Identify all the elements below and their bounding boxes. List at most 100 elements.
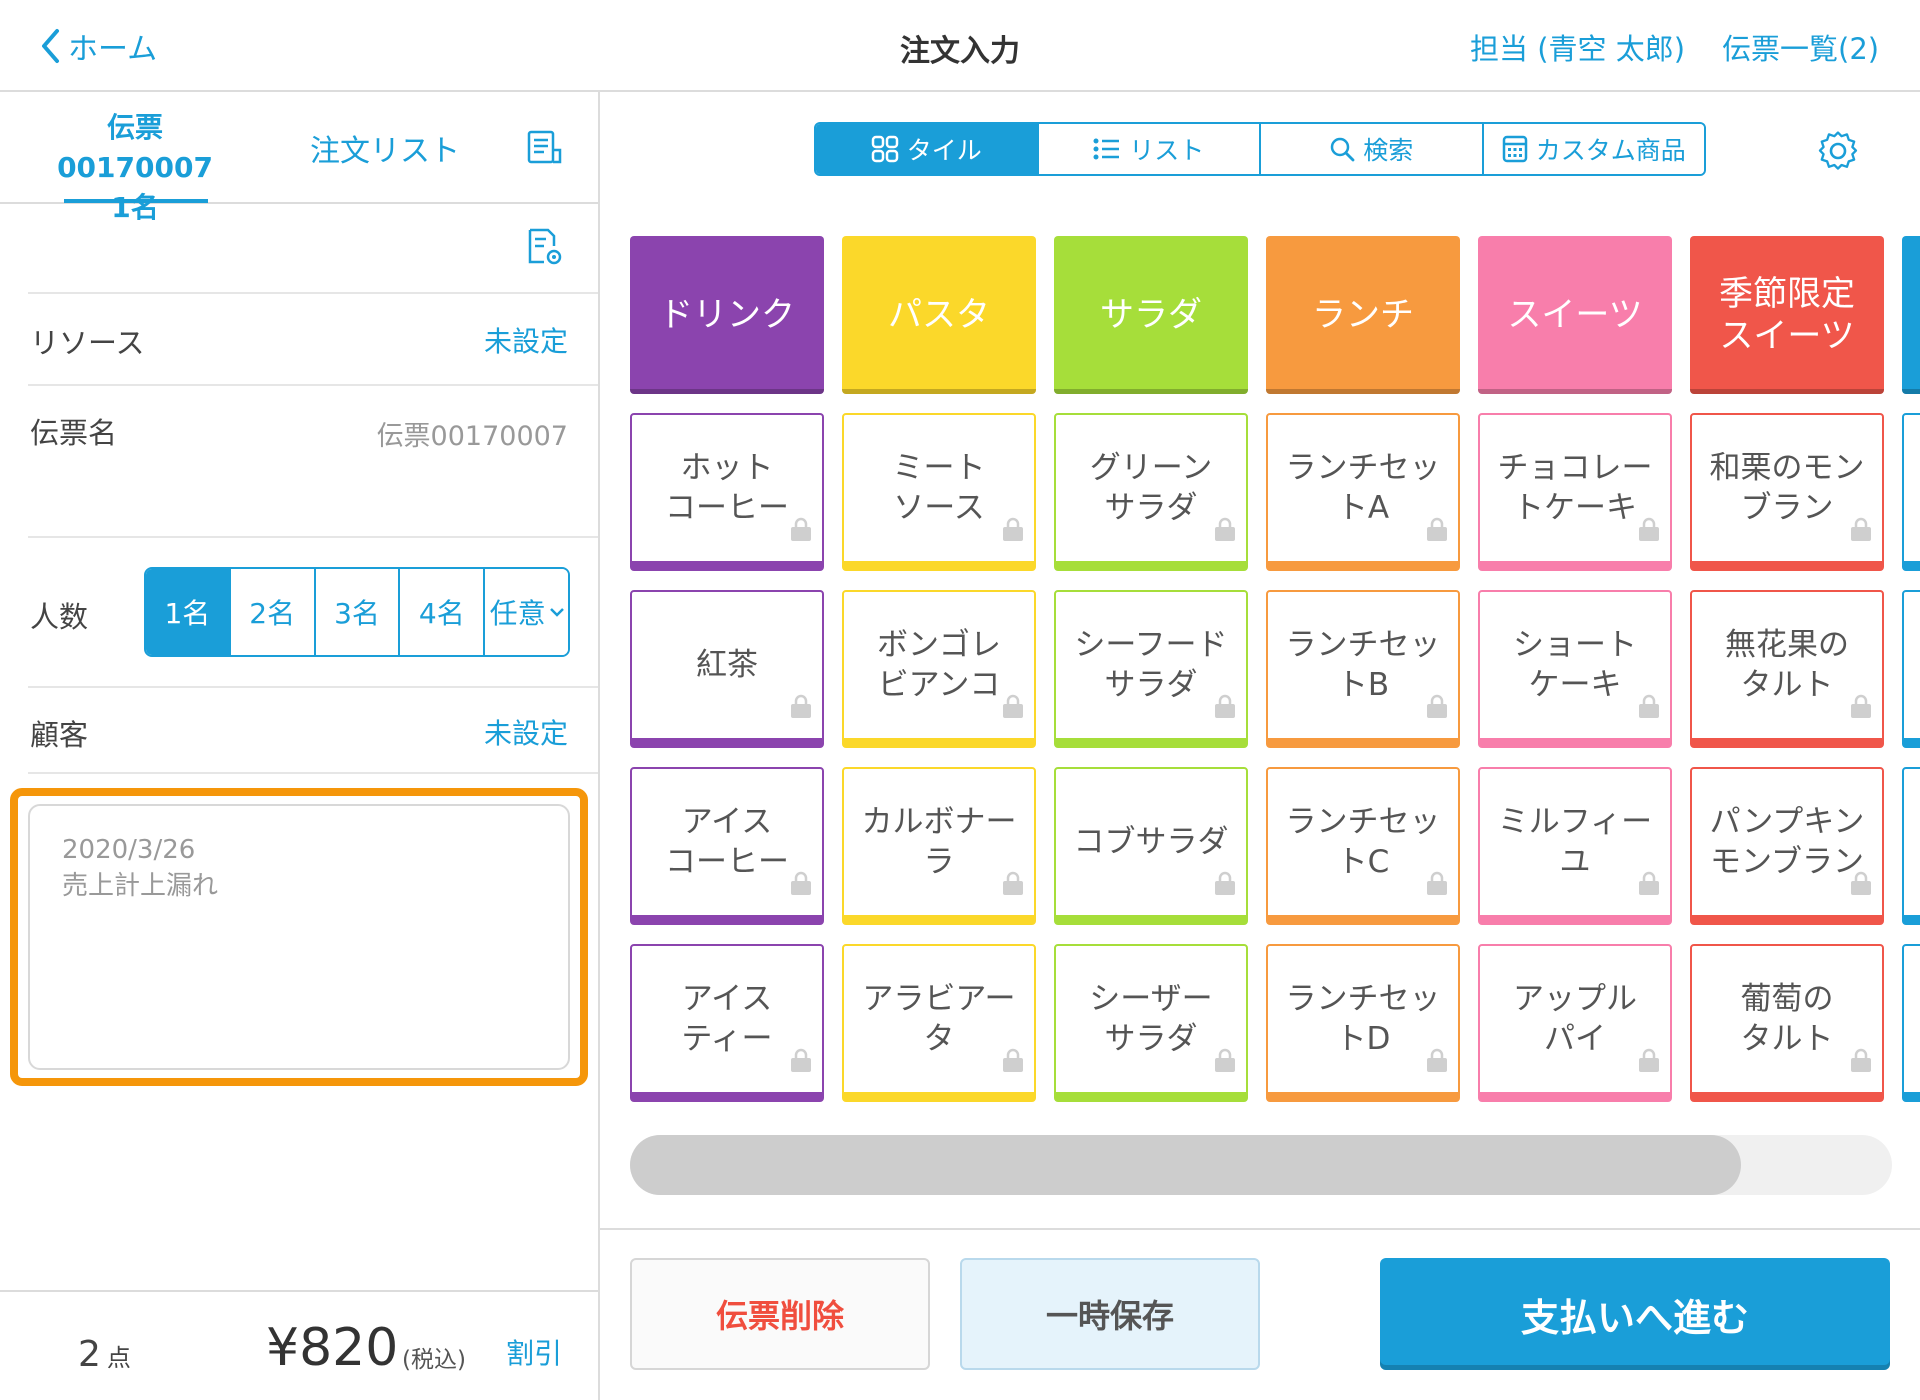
item-count-unit: 点 — [106, 1344, 131, 1372]
product-tile[interactable]: コブサラダ — [1054, 767, 1248, 925]
people-option-3[interactable]: 3名 — [315, 569, 401, 655]
people-option-1[interactable]: 1名 — [146, 569, 231, 655]
search-icon — [1330, 137, 1355, 162]
back-home-button[interactable]: ホーム — [40, 24, 157, 68]
order-sidebar: 伝票00170007 1名 注文リスト リソース 未設定 伝票名 伝票00170… — [0, 92, 600, 1400]
view-tile-label: タイル — [906, 136, 982, 165]
shopping-bag-icon — [1848, 1044, 1874, 1084]
product-tile[interactable]: 葡萄の タルト — [1690, 944, 1884, 1102]
shopping-bag-icon — [1636, 1044, 1662, 1084]
hold-slip-button[interactable]: 一時保存 — [960, 1258, 1260, 1370]
product-tile[interactable]: ランチセッ トB — [1266, 590, 1460, 748]
category-tile[interactable]: ドリンク — [630, 236, 824, 394]
tab-slip-info[interactable]: 伝票00170007 1名 — [30, 108, 240, 228]
view-search-button[interactable]: 検索 — [1261, 124, 1484, 174]
product-tile[interactable]: アイス コーヒー — [630, 767, 824, 925]
tab-order-list[interactable]: 注文リスト — [310, 126, 460, 170]
chevron-left-icon — [42, 29, 59, 63]
calculator-icon — [1502, 135, 1527, 163]
shopping-bag-icon — [1424, 690, 1450, 730]
shopping-bag-icon — [788, 1044, 814, 1084]
view-search-label: 検索 — [1363, 136, 1414, 165]
chevron-down-icon — [549, 608, 564, 617]
shopping-bag-icon — [1212, 867, 1238, 907]
product-tile[interactable] — [1902, 944, 1920, 1102]
product-tile[interactable]: グリーン サラダ — [1054, 413, 1248, 571]
category-tile[interactable]: スイーツ — [1478, 236, 1672, 394]
slip-settings-icon[interactable] — [524, 226, 564, 272]
shopping-bag-icon — [1000, 690, 1026, 730]
discount-button[interactable]: 割引 — [506, 1332, 562, 1372]
shopping-bag-icon — [788, 690, 814, 730]
product-tile[interactable]: チョコレー トケーキ — [1478, 413, 1672, 571]
product-tile[interactable]: ミート ソース — [842, 413, 1036, 571]
category-tile[interactable]: 季節限定 スイーツ — [1690, 236, 1884, 394]
slip-name-value[interactable]: 伝票00170007 — [377, 414, 568, 453]
product-tile[interactable]: アラビアータ — [842, 944, 1036, 1102]
proceed-to-payment-button[interactable]: 支払いへ進む — [1380, 1258, 1890, 1370]
receipt-icon[interactable] — [524, 128, 564, 172]
product-tile[interactable]: ランチセッ トA — [1266, 413, 1460, 571]
people-option-custom[interactable]: 任意 — [485, 569, 568, 655]
category-tile[interactable]: ランチ — [1266, 236, 1460, 394]
gear-icon[interactable] — [1816, 129, 1860, 177]
product-tile[interactable]: パンプキン モンブラン — [1690, 767, 1884, 925]
shopping-bag-icon — [1000, 513, 1026, 553]
slip-list-button[interactable]: 伝票一覧(2) — [1722, 26, 1879, 68]
divider — [28, 772, 598, 774]
tile-grid-icon — [871, 135, 898, 163]
view-custom-item-button[interactable]: カスタム商品 — [1483, 124, 1704, 174]
category-tile[interactable]: パスタ — [842, 236, 1036, 394]
people-option-2[interactable]: 2名 — [230, 569, 316, 655]
list-icon — [1093, 138, 1120, 160]
people-option-4[interactable]: 4名 — [400, 569, 486, 655]
product-tile[interactable]: 無花果の タルト — [1690, 590, 1884, 748]
shopping-bag-icon — [1636, 867, 1662, 907]
product-tile[interactable]: ランチセッ トC — [1266, 767, 1460, 925]
view-list-button[interactable]: リスト — [1038, 124, 1261, 174]
slip-name-label: 伝票名 — [30, 416, 118, 450]
product-tile[interactable]: ランチセッ トD — [1266, 944, 1460, 1102]
shopping-bag-icon — [1424, 1044, 1450, 1084]
customer-value[interactable]: 未設定 — [484, 712, 568, 752]
shopping-bag-icon — [1212, 1044, 1238, 1084]
category-tile[interactable] — [1902, 236, 1920, 394]
resource-value[interactable]: 未設定 — [484, 320, 568, 360]
staff-button[interactable]: 担当 (青空 太郎) — [1470, 26, 1685, 68]
divider — [600, 1228, 1920, 1230]
product-tile[interactable]: シーフード サラダ — [1054, 590, 1248, 748]
category-tile[interactable]: サラダ — [1054, 236, 1248, 394]
product-tile[interactable]: ミルフィーユ — [1478, 767, 1672, 925]
grid-scrollbar-thumb[interactable] — [630, 1135, 1741, 1195]
shopping-bag-icon — [1636, 690, 1662, 730]
memo-textarea[interactable]: 2020/3/26 売上計上漏れ — [28, 804, 570, 1070]
people-selector: 1名 2名 3名 4名 任意 — [144, 567, 570, 657]
product-tile[interactable] — [1902, 413, 1920, 571]
shopping-bag-icon — [1848, 513, 1874, 553]
sidebar-tabs: 伝票00170007 1名 注文リスト — [0, 92, 598, 224]
product-tile[interactable]: 紅茶 — [630, 590, 824, 748]
product-tile[interactable] — [1902, 590, 1920, 748]
total-amount: ¥820 — [266, 1318, 399, 1378]
back-home-label: ホーム — [68, 32, 158, 67]
product-tile[interactable]: 和栗のモン ブラン — [1690, 413, 1884, 571]
product-tile[interactable]: ボンゴレ ビアンコ — [842, 590, 1036, 748]
product-tile[interactable]: シーザー サラダ — [1054, 944, 1248, 1102]
shopping-bag-icon — [1212, 513, 1238, 553]
shopping-bag-icon — [1000, 1044, 1026, 1084]
people-option-custom-label: 任意 — [489, 597, 546, 630]
divider — [28, 536, 598, 538]
grid-scrollbar[interactable] — [630, 1135, 1892, 1195]
product-tile[interactable]: ホット コーヒー — [630, 413, 824, 571]
header-bar: ホーム 注文入力 担当 (青空 太郎) 伝票一覧(2) — [0, 0, 1920, 92]
tax-label: (税込) — [402, 1347, 466, 1373]
product-tile[interactable]: アップル パイ — [1478, 944, 1672, 1102]
tab-slip-id: 伝票00170007 — [57, 111, 213, 184]
divider — [28, 292, 598, 294]
product-tile[interactable]: カルボナーラ — [842, 767, 1036, 925]
product-tile[interactable]: ショート ケーキ — [1478, 590, 1672, 748]
delete-slip-button[interactable]: 伝票削除 — [630, 1258, 930, 1370]
view-tile-button[interactable]: タイル — [816, 124, 1039, 174]
product-tile[interactable] — [1902, 767, 1920, 925]
product-tile[interactable]: アイス ティー — [630, 944, 824, 1102]
